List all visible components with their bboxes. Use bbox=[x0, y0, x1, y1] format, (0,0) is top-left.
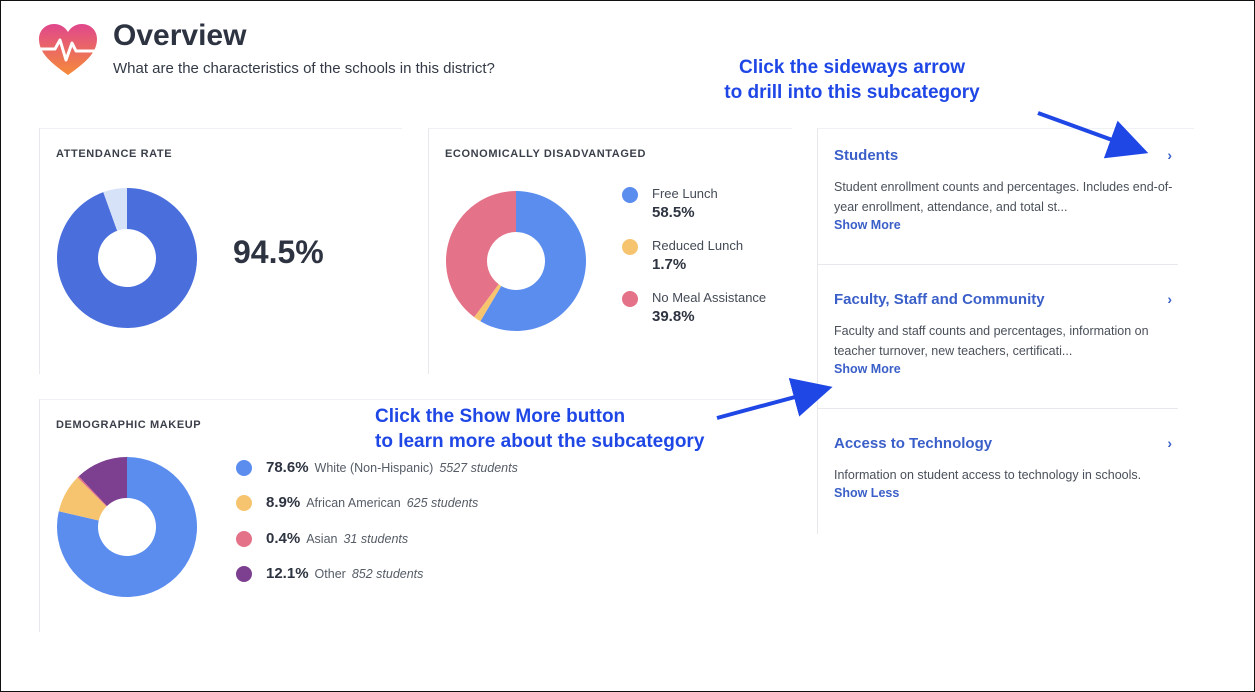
arrow-to-show-more bbox=[716, 377, 833, 420]
arrow-to-chevron bbox=[1037, 111, 1149, 159]
screenshot-frame: Overview What are the characteristics of… bbox=[0, 0, 1255, 692]
annotation-arrows bbox=[716, 111, 1149, 420]
